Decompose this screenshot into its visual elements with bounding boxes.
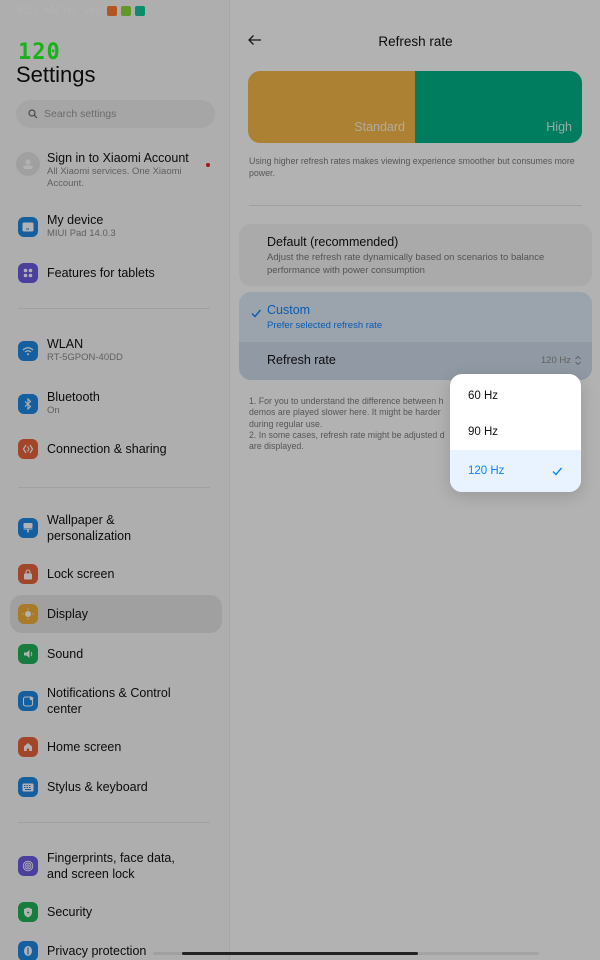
dropdown-option-120hz[interactable]: 120 Hz: [450, 450, 581, 492]
option-label: 90 Hz: [468, 426, 499, 438]
home-indicator[interactable]: [182, 952, 418, 955]
check-icon: [552, 467, 563, 476]
screen: 120 Settings Sign in to Xiaomi Account A…: [0, 0, 600, 960]
option-label: 60 Hz: [468, 390, 499, 402]
dropdown-option-60hz[interactable]: 60 Hz: [450, 378, 581, 414]
dropdown-option-90hz[interactable]: 90 Hz: [450, 414, 581, 450]
refresh-rate-dropdown: 60 Hz 90 Hz 120 Hz: [450, 374, 581, 492]
option-label: 120 Hz: [468, 465, 505, 477]
